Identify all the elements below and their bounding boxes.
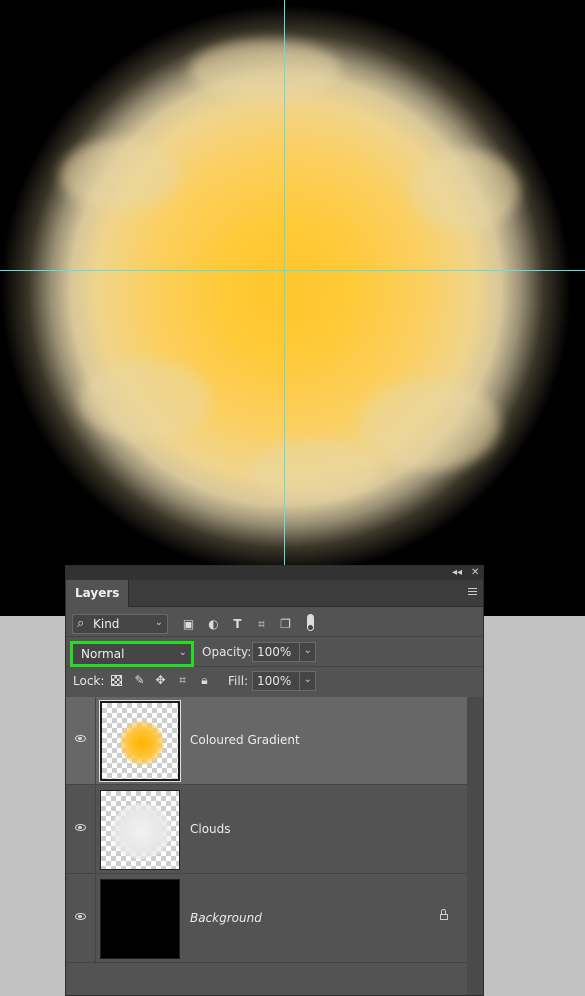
type-filter-icon[interactable]: T — [231, 618, 244, 631]
chevron-down-icon[interactable]: ⌄ — [304, 674, 312, 685]
shape-filter-icon[interactable]: ⌗ — [255, 618, 268, 631]
lock-row: Lock: ✎ ✥ ⌗ 🔒︎ Fill: 100% ⌄ — [66, 667, 483, 695]
filter-kind-label: Kind — [93, 617, 120, 631]
blend-row: Normal ⌄ Opacity: 100% ⌄ — [66, 638, 483, 667]
layer-name[interactable]: Coloured Gradient — [190, 733, 300, 747]
clouds-preview — [111, 803, 171, 859]
lock-icon — [440, 909, 448, 920]
gradient-preview — [120, 721, 164, 765]
layer-thumbnail[interactable] — [99, 700, 181, 782]
close-panel-button[interactable]: ✕ — [471, 567, 479, 579]
opacity-value: 100% — [257, 645, 292, 659]
filter-row: ⌕ Kind ⌄ ▣ ◐ T ⌗ ❐ — [66, 608, 483, 637]
search-icon: ⌕ — [77, 616, 85, 631]
fill-value: 100% — [257, 674, 292, 688]
fill-label: Fill: — [228, 674, 249, 688]
lock-label: Lock: — [73, 674, 105, 688]
blend-mode-value: Normal — [81, 647, 125, 661]
vertical-guide[interactable] — [284, 0, 285, 616]
cloud-texture — [80, 360, 210, 440]
chevron-down-icon: ⌄ — [178, 647, 187, 658]
lock-position-icon[interactable]: ✥ — [154, 674, 167, 687]
layer-thumbnail[interactable] — [100, 879, 180, 959]
opacity-label: Opacity: — [202, 645, 252, 659]
layer-row-coloured-gradient[interactable]: Coloured Gradient — [66, 697, 467, 785]
layer-name[interactable]: Background — [190, 911, 262, 925]
lock-image-icon[interactable]: ✎ — [133, 674, 146, 687]
opacity-field[interactable]: 100% ⌄ — [252, 642, 316, 662]
panel-menu-icon[interactable] — [468, 588, 477, 596]
cloud-texture — [410, 150, 520, 230]
panel-tab-bar: Layers — [66, 580, 483, 607]
visibility-toggle[interactable] — [66, 875, 96, 962]
layer-thumbnail[interactable] — [100, 790, 180, 870]
lock-all-icon[interactable]: 🔒︎ — [198, 674, 211, 687]
document-canvas[interactable] — [0, 0, 585, 616]
divider — [299, 643, 300, 661]
blend-mode-select[interactable]: Normal ⌄ — [70, 641, 194, 667]
cloud-texture — [250, 440, 380, 500]
divider — [299, 672, 300, 690]
chevron-down-icon[interactable]: ⌄ — [304, 645, 312, 656]
layers-scrollbar[interactable] — [467, 697, 483, 995]
visibility-toggle[interactable] — [66, 697, 96, 784]
horizontal-guide[interactable] — [0, 270, 585, 271]
eye-icon — [75, 824, 86, 831]
layer-row-clouds[interactable]: Clouds — [66, 786, 467, 874]
lock-transparent-icon[interactable] — [111, 675, 122, 686]
smart-object-filter-icon[interactable]: ❐ — [279, 618, 292, 631]
lock-artboard-icon[interactable]: ⌗ — [176, 674, 189, 687]
layer-name[interactable]: Clouds — [190, 822, 231, 836]
image-filter-icon[interactable]: ▣ — [182, 618, 195, 631]
adjustment-filter-icon[interactable]: ◐ — [207, 618, 220, 631]
layer-row-background[interactable]: Background — [66, 875, 467, 963]
filter-kind-select[interactable]: ⌕ Kind ⌄ — [72, 614, 168, 634]
eye-icon — [75, 913, 86, 920]
filter-toggle[interactable] — [307, 614, 314, 631]
panel-title-bar[interactable]: ◂◂ ✕ — [66, 566, 483, 580]
cloud-texture — [60, 140, 180, 210]
visibility-toggle[interactable] — [66, 786, 96, 873]
chevron-down-icon: ⌄ — [154, 617, 163, 628]
tab-layers[interactable]: Layers — [66, 580, 130, 607]
collapse-panel-button[interactable]: ◂◂ — [452, 567, 462, 579]
eye-icon — [75, 735, 86, 742]
layers-list: Coloured Gradient Clouds Background — [66, 697, 483, 995]
fill-field[interactable]: 100% ⌄ — [252, 671, 316, 691]
layers-panel: ◂◂ ✕ Layers ⌕ Kind ⌄ ▣ ◐ T ⌗ ❐ Normal ⌄ … — [65, 565, 484, 996]
cloud-texture — [190, 40, 340, 100]
cloud-texture — [360, 380, 500, 470]
